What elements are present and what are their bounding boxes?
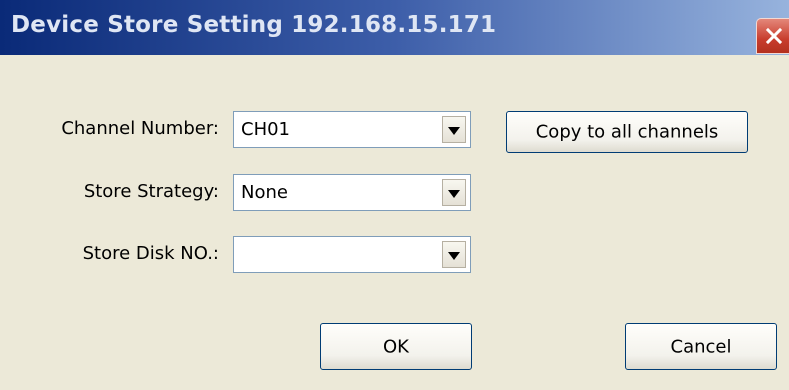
copy-to-all-channels-button[interactable]: Copy to all channels: [506, 111, 748, 153]
close-icon: [765, 27, 783, 45]
store-strategy-value: None: [241, 182, 288, 203]
chevron-down-icon: [448, 127, 460, 135]
chevron-down-icon: [448, 190, 460, 198]
store-disk-no-label: Store Disk NO.:: [82, 243, 219, 264]
store-disk-no-dropdown[interactable]: [233, 236, 471, 273]
channel-number-dropdown[interactable]: CH01: [233, 111, 471, 148]
store-disk-no-row: Store Disk NO.:: [0, 236, 789, 274]
copy-to-all-channels-label: Copy to all channels: [535, 121, 719, 143]
store-disk-no-dropdown-button[interactable]: [442, 241, 466, 268]
channel-number-label: Channel Number:: [61, 118, 219, 139]
store-strategy-label: Store Strategy:: [83, 181, 219, 202]
cancel-button[interactable]: Cancel: [625, 323, 777, 370]
store-strategy-dropdown[interactable]: None: [233, 174, 471, 211]
chevron-down-icon: [448, 252, 460, 260]
channel-number-dropdown-button[interactable]: [442, 116, 466, 143]
store-strategy-dropdown-button[interactable]: [442, 179, 466, 206]
store-strategy-row: Store Strategy: None: [0, 174, 789, 212]
title-bar[interactable]: Device Store Setting 192.168.15.171: [0, 0, 789, 55]
ok-button-label: OK: [383, 336, 409, 357]
cancel-button-label: Cancel: [670, 336, 732, 357]
device-store-setting-dialog: Device Store Setting 192.168.15.171 Chan…: [0, 0, 789, 390]
window-title: Device Store Setting 192.168.15.171: [11, 12, 497, 38]
close-button[interactable]: [756, 18, 789, 54]
ok-button[interactable]: OK: [320, 323, 472, 370]
channel-number-value: CH01: [241, 119, 291, 140]
